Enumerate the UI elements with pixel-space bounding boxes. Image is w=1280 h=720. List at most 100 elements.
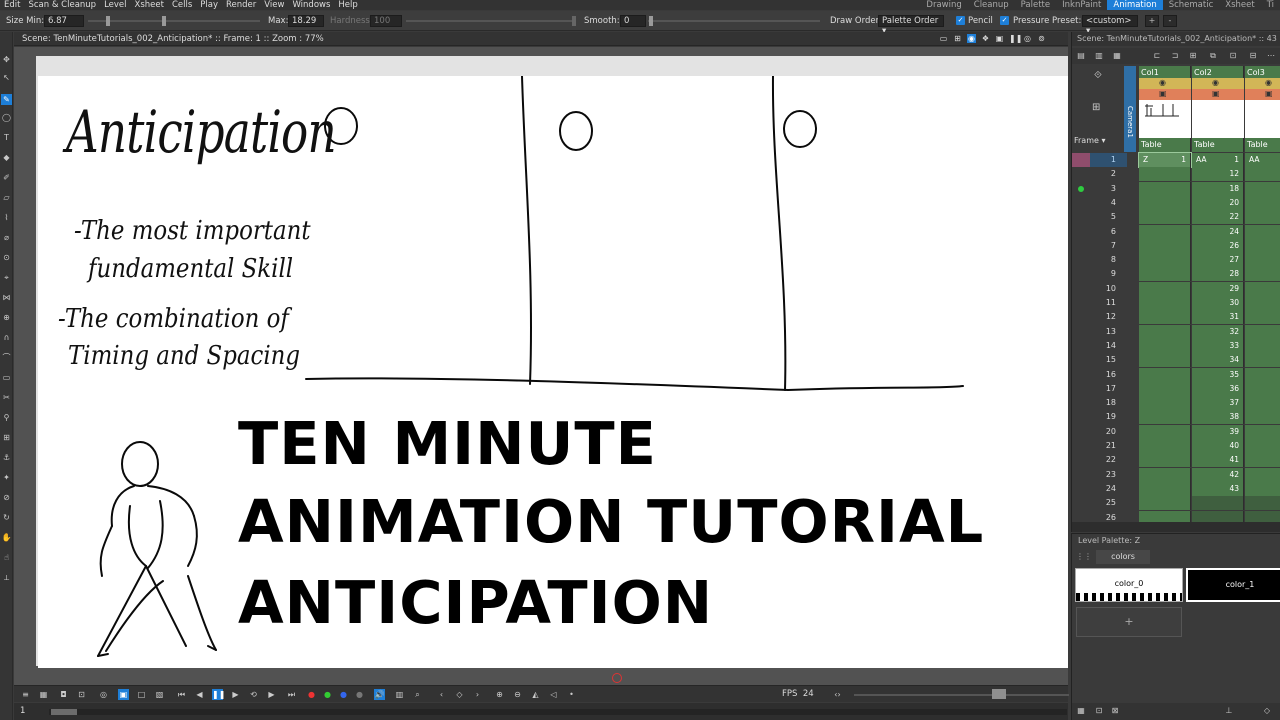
cell-col2[interactable]: 38 [1192, 410, 1244, 425]
cell-col2[interactable]: 43 [1192, 481, 1244, 496]
menu-play[interactable]: Play [196, 0, 222, 10]
toggle-xsheet-timeline-icon[interactable]: ⟐ [1094, 70, 1102, 81]
cell-col2[interactable]: 39 [1192, 424, 1244, 439]
cell-col1[interactable] [1139, 367, 1191, 382]
iron-tool-icon[interactable]: ▭ [1, 372, 12, 383]
lock-palette-icon[interactable]: ⊥ [1224, 706, 1234, 716]
frame-number[interactable]: 6 [1094, 225, 1116, 239]
green-channel-icon[interactable]: ● [322, 689, 333, 700]
cell-col1[interactable] [1139, 324, 1191, 339]
frame-number[interactable]: 2 [1094, 167, 1116, 181]
cell-col1[interactable] [1139, 467, 1191, 482]
cell-col2[interactable]: 30 [1192, 296, 1244, 310]
tape-tool-icon[interactable]: ⌇ [1, 212, 12, 223]
cell-col3[interactable] [1245, 267, 1280, 282]
rgb-picker-tool-icon[interactable]: ⊙ [1, 252, 12, 263]
menu-scan-cleanup[interactable]: Scan & Cleanup [24, 0, 100, 10]
viewer[interactable]: Anticipation -The most important fundame… [14, 47, 1068, 685]
room-tab-schematic[interactable]: Schematic [1163, 0, 1220, 10]
clone-icon[interactable]: ⊡ [1228, 51, 1238, 61]
camera-view-icon[interactable]: ▣ [995, 34, 1004, 43]
key-icon[interactable]: ◇ [454, 689, 465, 700]
rotate-tool-icon[interactable]: ↻ [1, 512, 12, 523]
cell-col3[interactable] [1245, 410, 1280, 425]
paint-brush-tool-icon[interactable]: ✐ [1, 172, 12, 183]
cell-col1[interactable] [1139, 439, 1191, 453]
cell-col3[interactable] [1245, 167, 1280, 182]
preview-toggle[interactable]: ◉ [1192, 78, 1244, 89]
play-icon[interactable]: ▶ [230, 689, 241, 700]
cell-col2[interactable]: 12 [1192, 167, 1244, 182]
prev-key-icon[interactable]: ‹ [436, 689, 447, 700]
cell-col2[interactable]: 42 [1192, 467, 1244, 482]
first-frame-icon[interactable]: ⏮ [176, 689, 187, 700]
cell-col2[interactable]: 32 [1192, 324, 1244, 339]
fill-tool-icon[interactable]: ◆ [1, 152, 12, 163]
sound-icon[interactable]: 🔊 [374, 689, 385, 700]
pump-tool-icon[interactable]: ⊕ [1, 312, 12, 323]
camera-stand-view-icon[interactable]: ◉ [967, 34, 976, 43]
field-guide-icon[interactable]: ⊞ [953, 34, 962, 43]
cell-col1[interactable] [1139, 296, 1191, 310]
room-tab-palette[interactable]: Palette [1015, 0, 1056, 10]
size-slider[interactable] [88, 20, 260, 22]
sub-camera-preview-icon[interactable]: ⊚ [1037, 34, 1046, 43]
locator-icon[interactable]: ⌕ [412, 689, 423, 700]
cell-col1[interactable] [1139, 267, 1191, 282]
frame-number[interactable]: 24 [1094, 482, 1116, 496]
3d-view-icon[interactable]: ❖ [981, 34, 990, 43]
hand-tool-icon[interactable]: ✋ [1, 532, 12, 543]
cell-col2[interactable]: 24 [1192, 224, 1244, 239]
size-min-field[interactable]: 6.87 [44, 15, 84, 27]
fps-slider-thumb[interactable] [992, 689, 1006, 699]
repeat-icon[interactable]: ⊐ [1170, 51, 1180, 61]
cutter-tool-icon[interactable]: ✂ [1, 392, 12, 403]
frame-number[interactable]: 3 [1094, 182, 1116, 196]
cell-col1[interactable]: Z1 [1138, 152, 1192, 168]
magnet-tool-icon[interactable]: ∩ [1, 332, 12, 343]
flip-horizontal-icon[interactable]: ◭ [530, 689, 541, 700]
add-column-icon[interactable]: ⊞ [1092, 102, 1100, 113]
new-toonz-level-icon[interactable]: ▥ [1094, 51, 1104, 61]
autoinput-icon[interactable]: ⊟ [1248, 51, 1258, 61]
red-channel-icon[interactable]: ● [306, 689, 317, 700]
zoom-tool-icon[interactable]: ⊘ [1, 492, 12, 503]
cell-col2[interactable]: AA 1 [1192, 153, 1244, 167]
pencil-checkbox[interactable]: ✓ [956, 16, 965, 25]
cell-col1[interactable] [1139, 353, 1191, 368]
ruler-tool-icon[interactable]: ⟂ [1, 572, 12, 583]
cell-col1[interactable] [1139, 281, 1191, 296]
brush-tool-icon[interactable]: ✎ [1, 94, 12, 105]
cell-col3[interactable] [1245, 281, 1280, 296]
white-bg-icon[interactable]: ◎ [98, 689, 109, 700]
last-frame-icon[interactable]: ⏭ [286, 689, 297, 700]
frame-number[interactable]: 13 [1094, 325, 1116, 339]
cell-col3[interactable] [1245, 467, 1280, 482]
room-tab-drawing[interactable]: Drawing [920, 0, 967, 10]
room-tab-animation[interactable]: Animation [1107, 0, 1163, 10]
cell-col3[interactable] [1245, 181, 1280, 196]
add-preset-button[interactable]: + [1145, 15, 1159, 27]
cell-col3[interactable] [1245, 396, 1280, 411]
cell-col1[interactable] [1139, 224, 1191, 239]
menu-render[interactable]: Render [222, 0, 260, 10]
eraser-tool-icon[interactable]: ▱ [1, 192, 12, 203]
frame-number[interactable]: 17 [1094, 382, 1116, 396]
cell-col3[interactable] [1245, 353, 1280, 368]
pinch-tool-icon[interactable]: ⋈ [1, 292, 12, 303]
skeleton-tool-icon[interactable]: ⚲ [1, 412, 12, 423]
checker-bg-icon[interactable]: □ [136, 689, 147, 700]
finger-tool-icon[interactable]: ☝ [1, 552, 12, 563]
cell-col2[interactable] [1192, 496, 1244, 511]
preview-toggle[interactable]: ◉ [1245, 78, 1280, 89]
zoom-out-icon[interactable]: ⊖ [512, 689, 523, 700]
frame-number[interactable]: 18 [1094, 396, 1116, 410]
cell-col3[interactable] [1245, 381, 1280, 396]
frame-number[interactable]: 5 [1094, 210, 1116, 224]
cell-col3[interactable] [1245, 424, 1280, 439]
snapshot-icon[interactable]: ◘ [58, 689, 69, 700]
cell-col3[interactable] [1245, 296, 1280, 310]
column-header-col2[interactable]: Col2 ◉ ▣ Table [1192, 66, 1244, 152]
cell-col3[interactable] [1245, 439, 1280, 453]
cell-col2[interactable]: 36 [1192, 381, 1244, 396]
